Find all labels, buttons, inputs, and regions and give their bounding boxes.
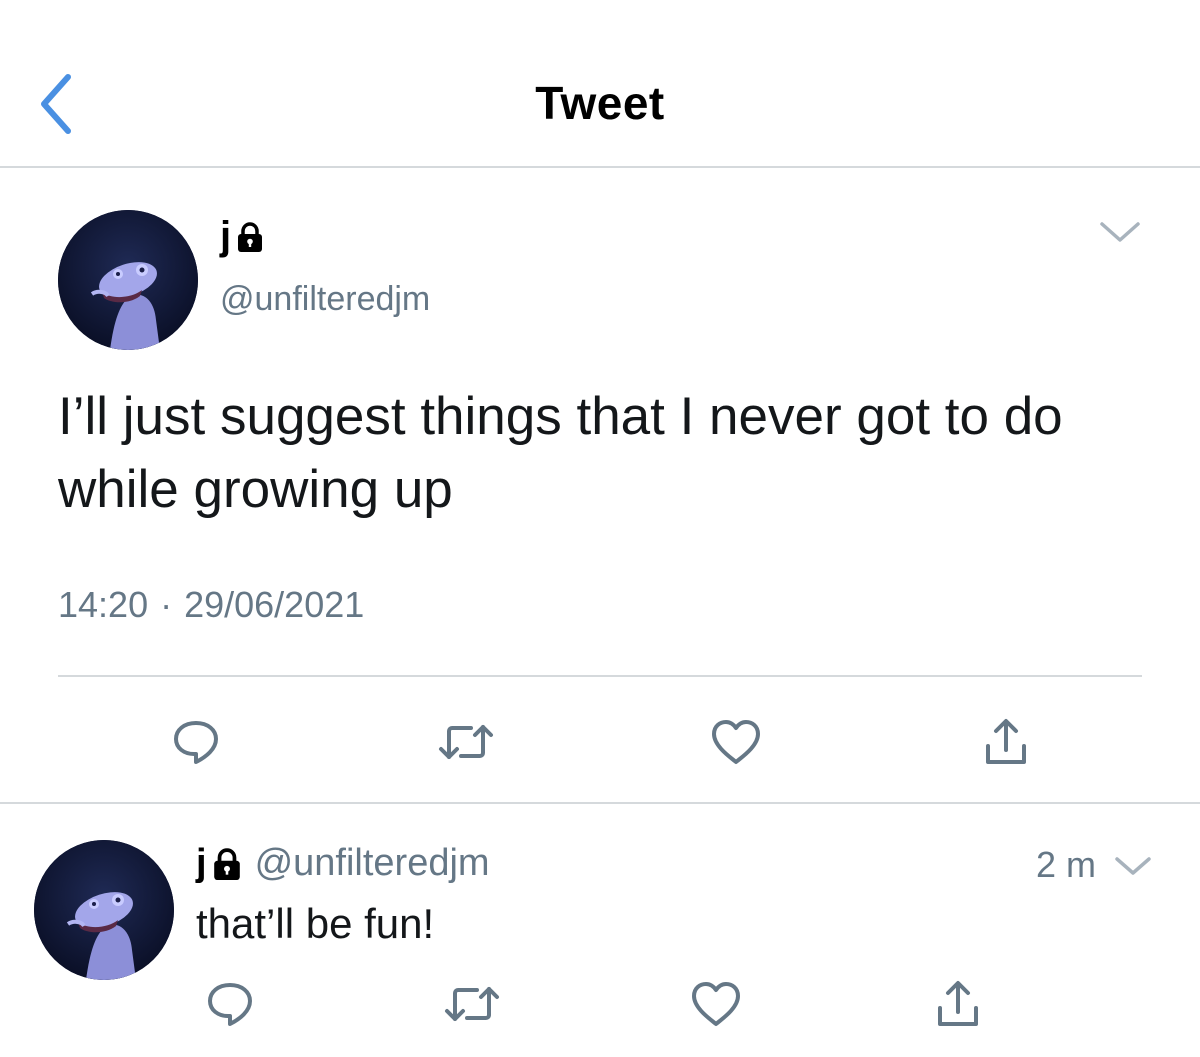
- page-title: Tweet: [535, 77, 665, 129]
- retweet-button[interactable]: [442, 974, 502, 1034]
- author-name[interactable]: j: [220, 214, 265, 259]
- chevron-down-icon: [1115, 857, 1151, 875]
- retweet-icon: [439, 725, 493, 759]
- reply-author-handle[interactable]: @unfilteredjm: [255, 842, 490, 885]
- avatar-image: [58, 210, 198, 350]
- tweet-time: 14:20: [58, 584, 149, 625]
- avatar[interactable]: [58, 210, 198, 350]
- reply-icon: [174, 721, 218, 764]
- lock-icon: [211, 846, 243, 882]
- nav-bar: Tweet: [0, 0, 1200, 168]
- timestamp-separator: ·: [160, 584, 173, 625]
- like-icon: [712, 720, 760, 764]
- share-icon: [986, 719, 1026, 764]
- tweet-date: 29/06/2021: [184, 584, 365, 625]
- reply-time: 2 m: [1036, 844, 1097, 885]
- divider: [58, 675, 1142, 677]
- tweet-timestamp: 14:20 · 29/06/2021: [58, 584, 364, 626]
- reply-more-options-button[interactable]: [1110, 848, 1156, 884]
- reply-author-name[interactable]: j: [196, 842, 207, 885]
- tweet-actions: [0, 712, 1200, 772]
- chevron-down-icon: [1100, 222, 1140, 242]
- reply-button[interactable]: [200, 974, 260, 1034]
- reply-actions: [0, 974, 1200, 1034]
- more-options-button[interactable]: [1094, 212, 1146, 252]
- retweet-button[interactable]: [436, 712, 496, 772]
- share-button[interactable]: [976, 712, 1036, 772]
- lock-icon: [235, 221, 265, 253]
- reply-button[interactable]: [166, 712, 226, 772]
- share-button[interactable]: [928, 974, 988, 1034]
- author-name-text: j: [220, 214, 232, 258]
- like-icon: [692, 982, 740, 1026]
- avatar-image: [34, 840, 174, 980]
- reply-icon: [208, 983, 252, 1026]
- avatar[interactable]: [34, 840, 174, 980]
- like-button[interactable]: [686, 974, 746, 1034]
- reply-header: j @unfilteredjm: [196, 842, 490, 885]
- reply-text: that’ll be fun!: [196, 900, 435, 947]
- reply-tweet[interactable]: j @unfilteredjm 2 m that’ll be fun!: [0, 806, 1200, 1057]
- share-icon: [938, 981, 978, 1026]
- tweet-text: I’ll just suggest things that I never go…: [58, 387, 1063, 519]
- retweet-icon: [445, 987, 499, 1021]
- like-button[interactable]: [706, 712, 766, 772]
- main-tweet: j @unfilteredjm I’ll just suggest things…: [0, 170, 1200, 804]
- author-handle[interactable]: @unfilteredjm: [220, 280, 430, 319]
